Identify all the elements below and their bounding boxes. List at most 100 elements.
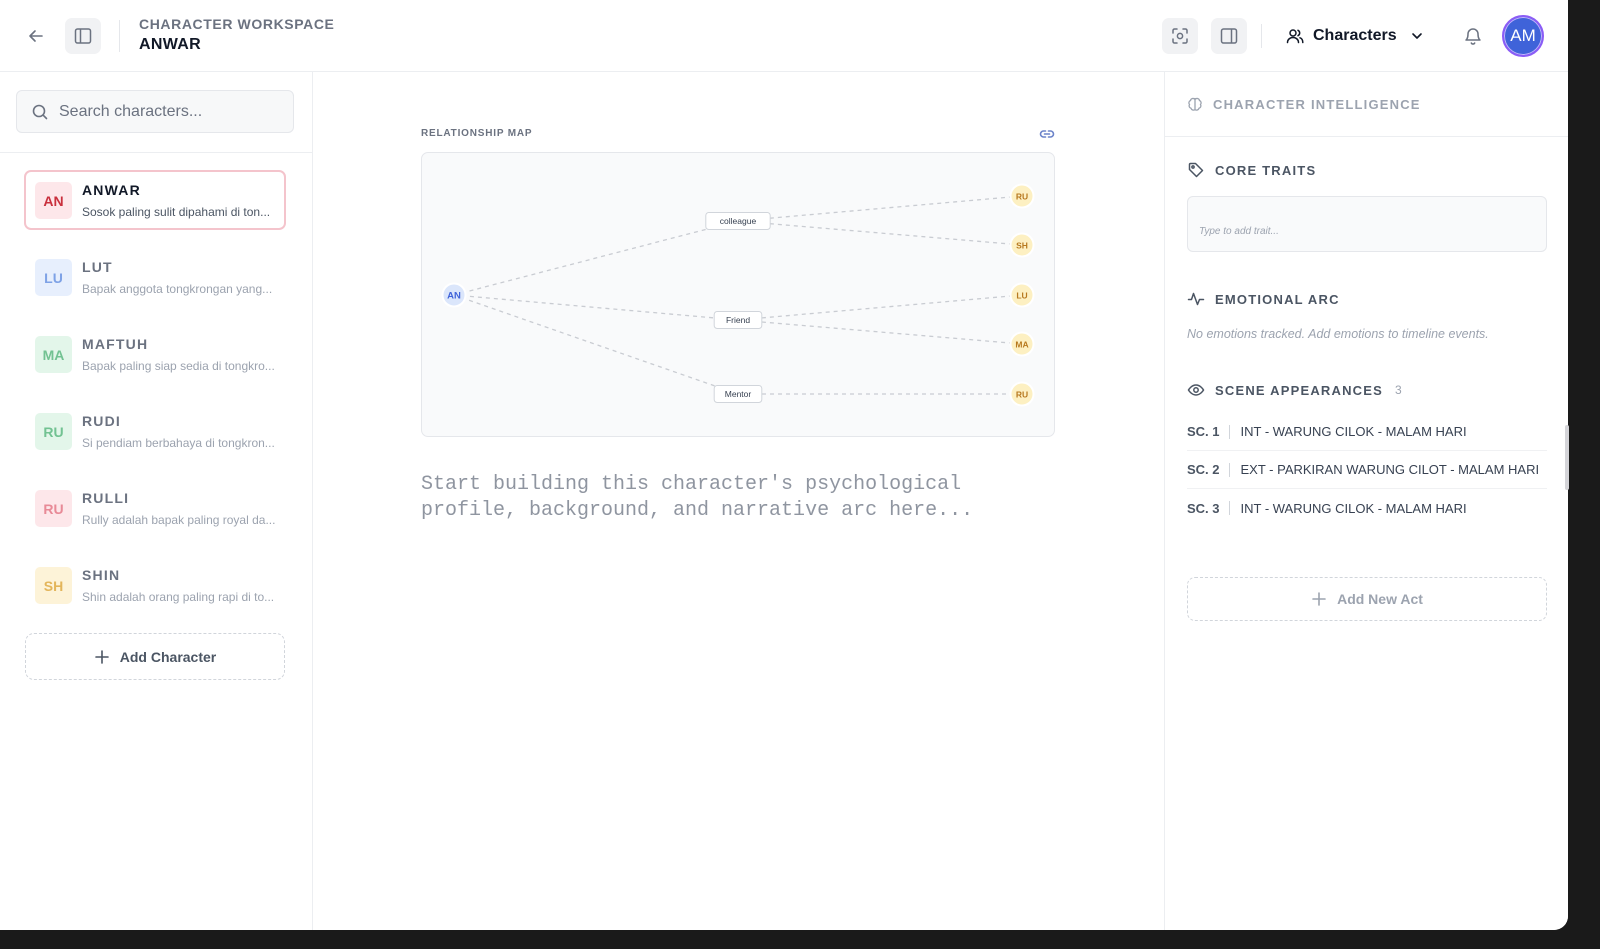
relationship-edge (453, 294, 739, 321)
svg-text:Mentor: Mentor (725, 389, 752, 399)
character-initials-badge: SH (35, 567, 72, 604)
page-title: ANWAR (139, 36, 201, 53)
character-item-lut[interactable]: LU LUT Bapak anggota tongkrongan yang... (24, 247, 286, 307)
focus-mode-button[interactable] (1162, 18, 1198, 54)
back-button[interactable] (20, 20, 52, 52)
character-description: Si pendiam berbahaya di tongkron... (82, 436, 275, 450)
scene-heading: INT - WARUNG CILOK - MALAM HARI (1240, 424, 1467, 439)
add-character-label: Add Character (119, 648, 217, 665)
map-node-sh[interactable]: SH (1009, 232, 1035, 258)
character-item-anwar[interactable]: AN ANWAR Sosok paling sulit dipahami di to… (24, 170, 286, 230)
header-divider-right (1261, 24, 1262, 48)
svg-text:SH: SH (1016, 240, 1028, 250)
scene-list: SC. 1 INT - WARUNG CILOK - MALAM HARI SC. … (1187, 413, 1547, 527)
add-new-act-button[interactable]: Add New Act (1187, 577, 1547, 621)
character-item-rulli[interactable]: RU RULLI Rully adalah bapak paling royal d… (24, 478, 286, 538)
relationship-label-colleague[interactable]: colleague (705, 212, 771, 230)
character-list: AN ANWAR Sosok paling sulit dipahami di to… (24, 170, 286, 632)
character-item-maftuh[interactable]: MA MAFTUH Bapak paling siap sedia di tongk… (24, 324, 286, 384)
scene-divider (1228, 424, 1230, 439)
core-traits-title: CORE TRAITS (1215, 162, 1317, 178)
users-icon (1286, 29, 1304, 44)
character-editor: RELATIONSHIP MAP AN colleague RU SH Friend LU… (313, 72, 1164, 930)
character-name: SHIN (82, 567, 121, 583)
character-sidebar: AN ANWAR Sosok paling sulit dipahami di to… (0, 72, 313, 930)
relationship-map[interactable]: AN colleague RU SH Friend LU MA Mentor RU (421, 152, 1055, 437)
search-input[interactable] (59, 102, 289, 121)
bell-icon (1465, 28, 1481, 45)
relationship-edge (737, 195, 1023, 222)
emotional-arc-empty-text: No emotions tracked. Add emotions to tim… (1187, 327, 1489, 341)
character-item-rudi[interactable]: RU RUDI Si pendiam berbahaya di tongkron..… (24, 401, 286, 461)
scene-number: SC. 2 (1187, 462, 1220, 477)
character-description: Bapak paling siap sedia di tongkro... (82, 359, 275, 373)
brain-icon (1188, 97, 1202, 111)
character-name: RUDI (82, 413, 122, 429)
map-node-ma[interactable]: MA (1009, 331, 1035, 357)
add-character-button[interactable]: Add Character (25, 633, 285, 680)
right-panel-toggle-button[interactable] (1211, 18, 1247, 54)
relationship-label-friend[interactable]: Friend (713, 311, 763, 329)
scene-item[interactable]: SC. 1 INT - WARUNG CILOK - MALAM HARI (1187, 413, 1547, 451)
map-node-center[interactable]: AN (441, 282, 467, 308)
character-notes-editor[interactable]: Start building this character's psycholo… (421, 472, 1021, 524)
top-header: CHARACTER WORKSPACE ANWAR Characters AM (0, 0, 1568, 72)
relationship-map-graph: AN colleague RU SH Friend LU MA Mentor RU (441, 183, 1035, 407)
scene-number: SC. 3 (1187, 500, 1220, 516)
character-initials-badge: RU (35, 490, 72, 527)
link-relationship-button[interactable] (1038, 125, 1056, 143)
back-arrow-icon (29, 30, 43, 42)
map-node-ru[interactable]: RU (1009, 183, 1035, 209)
relationship-edge (737, 294, 1023, 321)
chevron-down-icon (1411, 33, 1422, 39)
character-intelligence-panel: CHARACTER INTELLIGENCE CORE TRAITS EMOTI… (1164, 72, 1568, 930)
relationship-edge (737, 319, 1023, 345)
plus-icon (94, 649, 109, 664)
scene-heading: EXT - PARKIRAN WARUNG CILOT - MALAM HARI (1240, 462, 1540, 477)
scene-item[interactable]: SC. 2 EXT - PARKIRAN WARUNG CILOT - MALAM… (1187, 451, 1547, 489)
link-icon (1039, 130, 1055, 138)
trait-input[interactable] (1199, 226, 1519, 237)
character-initials-badge: AN (35, 182, 72, 219)
notifications-button[interactable] (1457, 20, 1489, 52)
header-divider (119, 20, 120, 52)
view-selector-dropdown[interactable]: Characters (1285, 20, 1425, 52)
scene-appearances-title: SCENE APPEARANCES (1215, 382, 1384, 398)
scene-divider (1228, 501, 1230, 515)
svg-text:AN: AN (447, 291, 461, 302)
plus-icon (1312, 592, 1326, 606)
view-selector-label: Characters (1313, 27, 1397, 44)
sidebar-divider (0, 152, 312, 153)
search-icon (32, 104, 48, 119)
window-edge-handle[interactable] (1565, 425, 1569, 490)
scene-item[interactable]: SC. 3 INT - WARUNG CILOK - MALAM HARI (1187, 489, 1547, 527)
svg-text:RU: RU (1016, 191, 1028, 201)
svg-text:colleague: colleague (720, 216, 757, 226)
emotional-arc-title: EMOTIONAL ARC (1215, 291, 1340, 307)
character-item-shin[interactable]: SH SHIN Shin adalah orang paling rapi di t… (24, 555, 286, 615)
character-initials-badge: MA (35, 336, 72, 373)
scene-appearances-heading: SCENE APPEARANCES 3 (1187, 381, 1402, 399)
app-window: CHARACTER WORKSPACE ANWAR Characters AM … (0, 0, 1568, 930)
relationship-label-mentor[interactable]: Mentor (713, 385, 763, 403)
map-node-ru[interactable]: RU (1009, 381, 1035, 407)
emotional-arc-heading: EMOTIONAL ARC (1187, 290, 1340, 308)
character-description: Sosok paling sulit dipahami di ton... (82, 205, 271, 219)
panel-header: CHARACTER INTELLIGENCE (1165, 72, 1568, 137)
sidebar-toggle-button[interactable] (65, 18, 101, 54)
relationship-edge (453, 220, 739, 296)
focus-icon (1172, 28, 1188, 44)
trait-input-box[interactable] (1187, 196, 1547, 252)
character-name: ANWAR (82, 182, 141, 198)
character-initials-badge: LU (35, 259, 72, 296)
search-box[interactable] (16, 90, 294, 133)
scene-divider (1228, 462, 1230, 477)
character-description: Rully adalah bapak paling royal da... (82, 513, 276, 527)
character-initials-badge: RU (35, 413, 72, 450)
panel-title-text: CHARACTER INTELLIGENCE (1213, 96, 1421, 112)
character-description: Bapak anggota tongkrongan yang... (82, 282, 273, 296)
map-node-lu[interactable]: LU (1009, 282, 1035, 308)
relationship-edge (453, 294, 739, 395)
sidebar-toggle-icon (74, 28, 92, 44)
avatar[interactable]: AM (1502, 15, 1544, 57)
